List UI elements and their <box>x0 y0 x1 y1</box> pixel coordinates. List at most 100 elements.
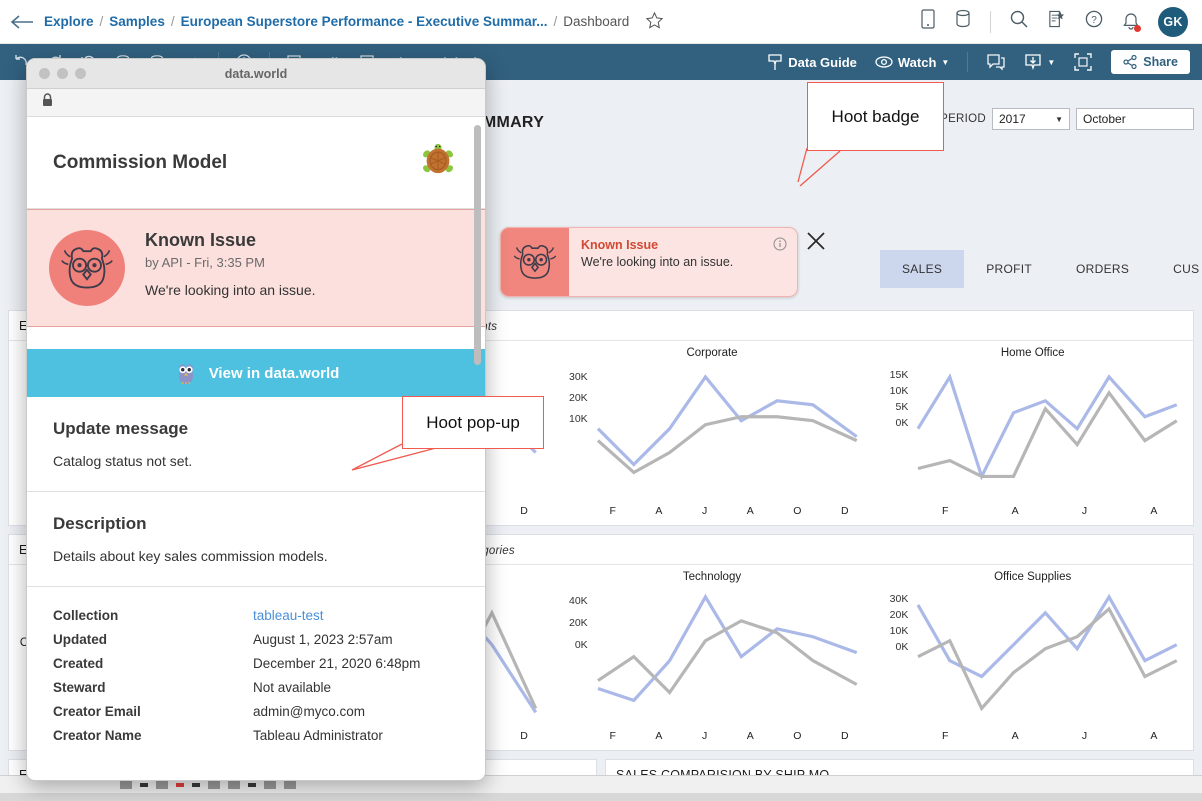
y-tick: 20K <box>568 392 588 404</box>
back-arrow-icon[interactable] <box>0 14 44 30</box>
tableau-dashboard-app: Explore / Samples / European Superstore … <box>0 0 1202 801</box>
tab-sales[interactable]: SALES <box>880 250 965 288</box>
hoot-badge-text: Known Issue We're looking into an issue. <box>569 228 797 296</box>
meta-value-updated: August 1, 2023 2:57am <box>253 631 393 647</box>
y-axis: 0K 20K 40K <box>556 585 590 657</box>
status-chip <box>192 782 200 787</box>
lock-icon <box>41 92 54 113</box>
y-tick: 20K <box>889 609 909 622</box>
close-icon[interactable] <box>805 230 827 258</box>
share-icon <box>1123 55 1137 69</box>
popup-asset-header: Commission Model <box>27 117 485 209</box>
data-source-icon[interactable] <box>954 9 972 34</box>
fullscreen-icon[interactable] <box>1073 52 1093 72</box>
popup-known-issue: Known Issue by API - Fri, 3:35 PM We're … <box>27 209 485 327</box>
meta-key: Collection <box>53 607 119 623</box>
notifications-icon[interactable] <box>1122 12 1141 32</box>
x-tick: A <box>1011 729 1019 742</box>
y-tick: 0K <box>895 417 909 429</box>
x-axis: F A J A O D <box>556 505 869 517</box>
y-tick: 10K <box>889 625 909 638</box>
status-chip <box>228 780 240 789</box>
breadcrumb-item-workbook[interactable]: European Superstore Performance - Execut… <box>181 14 548 29</box>
popup-description-heading: Description <box>53 514 147 533</box>
view-in-dataworld-label: View in data.world <box>208 364 340 382</box>
x-tick: A <box>655 729 663 742</box>
divider <box>990 10 991 33</box>
mobile-icon[interactable] <box>920 9 936 34</box>
download-button[interactable]: ▼ <box>1024 53 1055 71</box>
popup-window-title: data.world <box>224 66 288 81</box>
scrollbar[interactable] <box>474 125 481 365</box>
popup-body: Commission Model Known Issue by API - Fr… <box>27 117 485 780</box>
x-tick: F <box>609 729 616 742</box>
tab-profit[interactable]: PROFIT <box>964 250 1054 288</box>
x-axis: F A J A O D <box>556 730 869 742</box>
star-icon[interactable] <box>645 11 664 33</box>
meta-key: Creator Name <box>53 727 142 743</box>
y-tick: 0K <box>895 641 909 654</box>
share-button[interactable]: Share <box>1111 50 1190 74</box>
chevron-down-icon: ▼ <box>1047 57 1056 67</box>
y-axis: 10K 20K 30K <box>556 361 590 433</box>
breadcrumb-item-dashboard: Dashboard <box>563 14 630 29</box>
table-row: Creator Email admin@myco.com <box>53 699 459 723</box>
y-tick: 20K <box>568 617 588 630</box>
edit-note-icon[interactable] <box>1047 9 1066 34</box>
status-chip <box>156 780 168 789</box>
turtle-icon <box>417 139 459 186</box>
data-guide-label: Data Guide <box>788 54 857 70</box>
status-chip <box>264 780 276 789</box>
hoot-badge-message: We're looking into an issue. <box>581 255 734 269</box>
meta-key: Steward <box>53 679 106 695</box>
help-icon[interactable]: ? <box>1084 9 1104 34</box>
avatar[interactable]: GK <box>1158 6 1188 37</box>
chevron-down-icon: ▼ <box>1055 114 1063 124</box>
x-tick: J <box>701 729 708 742</box>
period-month-select[interactable]: October <box>1076 108 1194 130</box>
table-row: Created December 21, 2020 6:48pm <box>53 651 459 675</box>
y-tick: 5K <box>895 401 909 413</box>
info-icon[interactable] <box>773 237 787 256</box>
popup-update-value: Catalog status not set. <box>53 453 193 469</box>
window-bottom-strip <box>0 793 1202 801</box>
hoot-badge[interactable]: Known Issue We're looking into an issue. <box>500 227 798 297</box>
sparkline-svg <box>916 373 1178 481</box>
meta-value-steward: Not available <box>253 679 332 695</box>
breadcrumb-separator: / <box>99 14 104 29</box>
period-month-value: October <box>1083 112 1126 126</box>
watch-button[interactable]: Watch ▼ <box>875 55 949 70</box>
comment-icon[interactable] <box>986 53 1006 71</box>
period-year-select[interactable]: 2017 ▼ <box>992 108 1070 130</box>
sparkline-home-office: Home Office 0K 5K 10K 15K F A J A <box>872 347 1193 517</box>
sparkline-corporate: Corporate 10K 20K 30K F A J A O D <box>552 347 873 517</box>
x-tick: J <box>701 505 708 518</box>
y-axis: 0K 10K 20K 30K <box>876 585 910 657</box>
status-chip <box>248 782 256 787</box>
sparkline-svg <box>596 374 858 475</box>
x-tick: D <box>520 729 528 742</box>
x-tick: A <box>1150 729 1158 742</box>
tab-orders[interactable]: ORDERS <box>1054 250 1151 288</box>
callout-hoot-badge: Hoot badge <box>807 82 944 151</box>
view-in-dataworld-button[interactable]: View in data.world <box>27 349 485 397</box>
breadcrumb-item-samples[interactable]: Samples <box>109 14 165 29</box>
meta-value-collection[interactable]: tableau-test <box>253 608 324 623</box>
popup-description-value: Details about key sales commission model… <box>53 548 328 564</box>
table-row: Creator Name Tableau Administrator <box>53 723 459 747</box>
y-axis: 0K 5K 10K 15K <box>876 361 910 433</box>
watch-label: Watch <box>897 54 937 70</box>
sparkline-svg <box>916 594 1178 712</box>
table-row: Collection tableau-test <box>53 603 459 627</box>
x-tick: A <box>655 505 663 518</box>
x-tick: A <box>1011 505 1019 518</box>
search-icon[interactable] <box>1009 9 1029 34</box>
breadcrumb-item-explore[interactable]: Explore <box>44 14 94 29</box>
popup-issue-byline: by API - Fri, 3:35 PM <box>145 255 265 270</box>
meta-value-created: December 21, 2020 6:48pm <box>253 655 421 671</box>
tab-customers[interactable]: CUS <box>1151 250 1202 288</box>
status-chip <box>140 782 148 787</box>
x-axis: F A J A <box>876 505 1189 517</box>
data-guide-button[interactable]: Data Guide <box>767 53 857 71</box>
popup-issue-text: Known Issue by API - Fri, 3:35 PM We're … <box>145 230 316 298</box>
